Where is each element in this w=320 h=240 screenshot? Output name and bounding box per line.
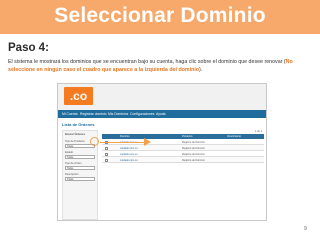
product-cell: Registro de Dominio [182, 146, 205, 150]
domain-link[interactable]: cuidado.com.co [120, 153, 138, 156]
nav-item-registrar-dominio[interactable]: Registrar dominio [80, 112, 107, 116]
nav-item-mis-dominios[interactable]: Mis Dominios [108, 112, 128, 116]
slide-title: Seleccionar Dominio [54, 4, 266, 27]
nav-item-configuraciones[interactable]: Configuraciones [130, 112, 155, 116]
row-checkbox[interactable] [105, 146, 108, 150]
domain-link[interactable]: cuidado.com.co [120, 147, 138, 150]
pointer-arrow [100, 138, 152, 146]
table-row: cuidado.com.co Registro de Dominio [102, 157, 264, 163]
description-text: El sistema le mostrará los dominios que … [8, 59, 286, 65]
sidebar-label-order-type: Tipo de Orden [65, 162, 82, 165]
nav-item-ayuda[interactable]: Ayuda [156, 112, 166, 116]
step-title: Paso 4: [8, 42, 49, 54]
description-warning-start: No [285, 59, 293, 65]
domain-link[interactable]: cuidado.com.co [120, 159, 138, 162]
co-logo: .co [64, 87, 93, 105]
highlight-circle [90, 137, 99, 146]
pager: 1 de 1 [255, 130, 262, 133]
column-header-expiry[interactable]: Vencimiento [227, 135, 241, 138]
step-description: El sistema le mostrará los dominios que … [8, 58, 316, 74]
logo-text: .co [69, 89, 88, 103]
description-end: ). [199, 67, 203, 73]
sidebar-label-product-type: Tipo de Producto [65, 140, 85, 143]
nav-item-mi-cuenta[interactable]: Mi Cuenta [62, 112, 77, 116]
arrow-head-icon [144, 138, 151, 146]
order-type-select[interactable]: Todos [65, 166, 95, 170]
row-checkbox[interactable] [105, 158, 108, 162]
arrow-line [100, 141, 146, 144]
product-cell: Registro de Dominio [182, 158, 205, 162]
sidebar-label-description: Descripción [65, 173, 79, 176]
column-header-product[interactable]: Producto [182, 135, 192, 138]
row-checkbox[interactable] [105, 152, 108, 156]
description-select[interactable]: Todos [65, 177, 95, 181]
sidebar-label-status: Estado [65, 151, 74, 154]
product-cell: Registro de Dominio [182, 140, 205, 144]
description-warning: seleccione en ningún caso el cuadro que … [8, 67, 200, 73]
nav-bar: Mi Cuenta Registrar dominio Mis Dominios… [58, 110, 266, 118]
sidebar-title: Buscar Órdenes [65, 133, 86, 136]
orders-header: Lista de Órdenes [62, 122, 95, 127]
product-cell: Registro de Dominio [182, 152, 205, 156]
page-number: 9 [304, 226, 307, 232]
status-select[interactable]: Todos [65, 155, 95, 159]
embedded-screenshot: .co Mi Cuenta Registrar dominio Mis Domi… [57, 83, 267, 221]
